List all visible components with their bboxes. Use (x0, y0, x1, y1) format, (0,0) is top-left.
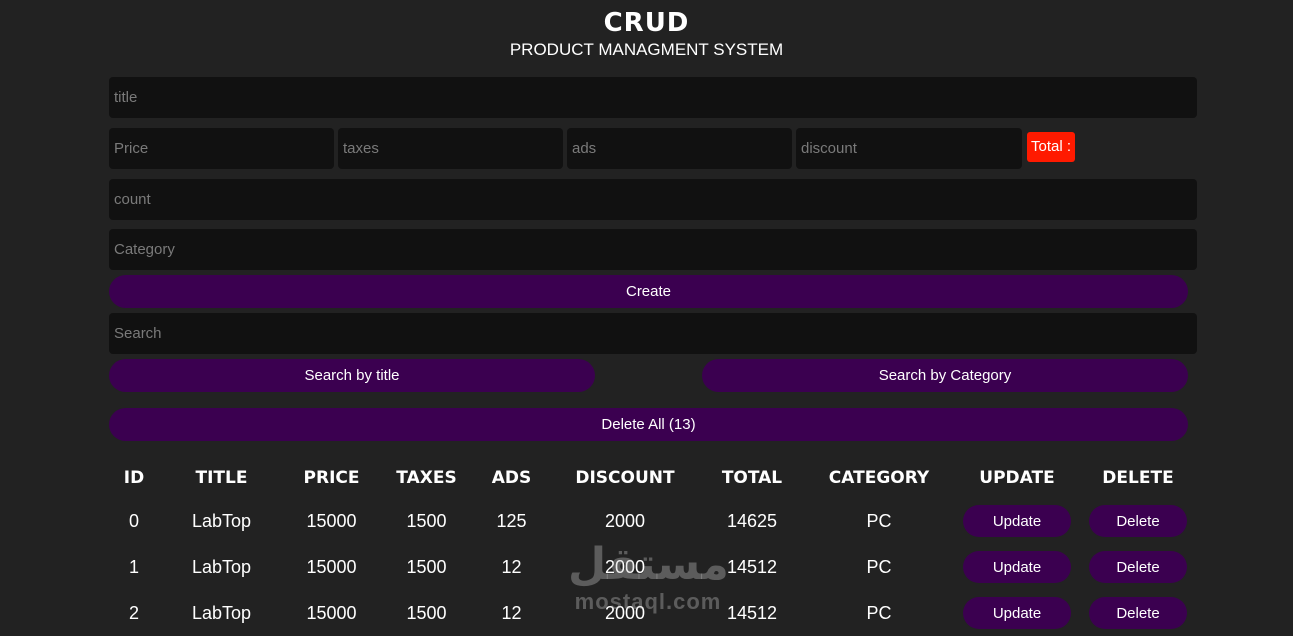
update-button[interactable]: Update (963, 505, 1071, 537)
table-row: 0 LabTop 15000 1500 125 2000 14625 PC Up… (109, 498, 1197, 544)
cell-discount: 2000 (604, 510, 646, 531)
cell-update: Update (955, 544, 1079, 590)
header-id: ID (123, 468, 145, 488)
app-title: CRUD (603, 8, 690, 38)
header-discount: DISCOUNT (575, 468, 675, 488)
header-taxes: TAXES (396, 468, 457, 488)
cell-taxes: 1500 (406, 510, 447, 531)
taxes-input[interactable] (338, 128, 563, 169)
price-input[interactable] (109, 128, 334, 169)
delete-button[interactable]: Delete (1089, 551, 1187, 583)
cell-price: 15000 (306, 556, 357, 577)
cell-category: PC (866, 556, 892, 577)
cell-title: LabTop (191, 602, 252, 623)
app-subtitle: PRODUCT MANAGMENT SYSTEM (509, 40, 784, 59)
cell-ads: 12 (501, 556, 522, 577)
cell-price: 15000 (306, 602, 357, 623)
search-input[interactable] (109, 313, 1197, 354)
cell-delete: Delete (1079, 498, 1197, 544)
header-ads: ADS (491, 468, 532, 488)
cell-category: PC (866, 510, 892, 531)
create-button[interactable]: Create (109, 275, 1188, 308)
ads-input[interactable] (567, 128, 792, 169)
cell-taxes: 1500 (406, 602, 447, 623)
table-header-row: ID TITLE PRICE TAXES ADS DISCOUNT TOTAL … (109, 458, 1197, 498)
cell-delete: Delete (1079, 544, 1197, 590)
cell-total: 14512 (726, 556, 778, 577)
discount-input[interactable] (796, 128, 1022, 169)
cell-taxes: 1500 (406, 556, 447, 577)
search-by-title-button[interactable]: Search by title (109, 359, 595, 392)
title-input[interactable] (109, 77, 1197, 118)
total-badge: Total : (1027, 132, 1076, 162)
header-price: PRICE (303, 468, 360, 488)
cell-discount: 2000 (604, 602, 646, 623)
products-table: ID TITLE PRICE TAXES ADS DISCOUNT TOTAL … (109, 458, 1197, 636)
delete-button[interactable]: Delete (1089, 597, 1187, 629)
cell-total: 14512 (726, 602, 778, 623)
cell-total: 14625 (726, 510, 778, 531)
cell-title: LabTop (191, 510, 252, 531)
header-title: TITLE (195, 468, 248, 488)
update-button[interactable]: Update (963, 597, 1071, 629)
cell-id: 1 (128, 556, 139, 577)
delete-all-button[interactable]: Delete All (13) (109, 408, 1188, 441)
header: CRUD PRODUCT MANAGMENT SYSTEM (0, 8, 1293, 62)
cell-category: PC (866, 602, 892, 623)
cell-id: 2 (128, 602, 139, 623)
update-button[interactable]: Update (963, 551, 1071, 583)
count-input[interactable] (109, 179, 1197, 220)
cell-update: Update (955, 590, 1079, 636)
category-input[interactable] (109, 229, 1197, 270)
cell-id: 0 (128, 510, 139, 531)
header-total: TOTAL (721, 468, 783, 488)
cell-discount: 2000 (604, 556, 646, 577)
delete-button[interactable]: Delete (1089, 505, 1187, 537)
cell-ads: 125 (496, 510, 527, 531)
table-row: 1 LabTop 15000 1500 12 2000 14512 PC Upd… (109, 544, 1197, 590)
cell-update: Update (955, 498, 1079, 544)
cell-delete: Delete (1079, 590, 1197, 636)
header-category: CATEGORY (828, 468, 930, 488)
header-delete: DELETE (1102, 468, 1174, 488)
header-update: UPDATE (979, 468, 1055, 488)
table-row: 2 LabTop 15000 1500 12 2000 14512 PC Upd… (109, 590, 1197, 636)
cell-title: LabTop (191, 556, 252, 577)
cell-price: 15000 (306, 510, 357, 531)
search-by-category-button[interactable]: Search by Category (702, 359, 1188, 392)
cell-ads: 12 (501, 602, 522, 623)
